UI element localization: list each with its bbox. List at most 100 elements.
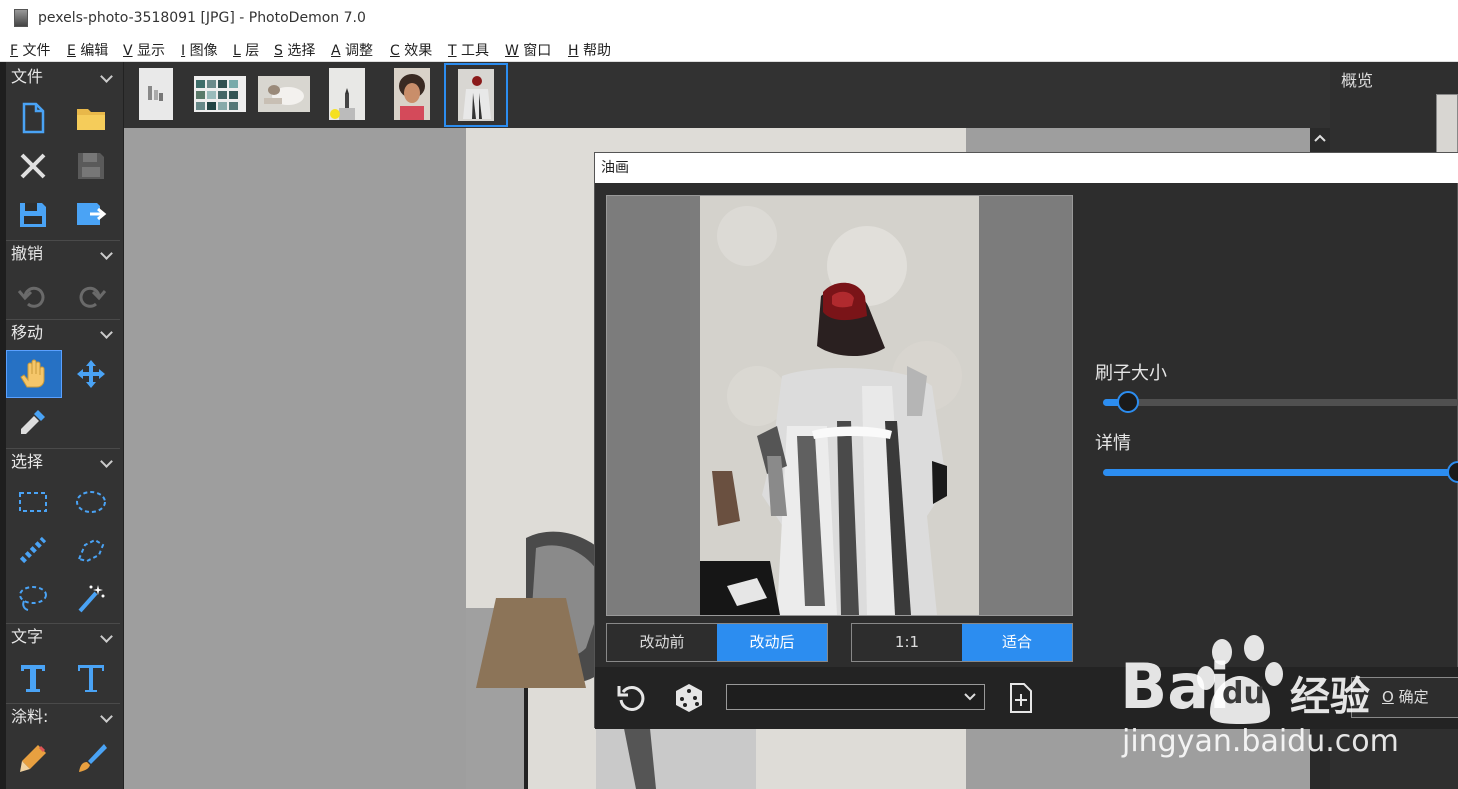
chevron-down-icon — [100, 320, 114, 346]
text-serif-icon — [78, 665, 104, 692]
brush-size-slider[interactable] — [1103, 391, 1458, 413]
move-tool-button[interactable] — [66, 352, 116, 396]
overview-thumbnail[interactable] — [1436, 94, 1458, 154]
pencil-icon — [20, 745, 46, 772]
chevron-down-icon — [100, 704, 114, 730]
menu-view[interactable]: V 显示 — [123, 40, 165, 60]
section-paint[interactable]: 涂料: — [6, 704, 120, 730]
open-file-button[interactable] — [66, 96, 116, 140]
typography-tool-button[interactable] — [66, 656, 116, 700]
section-text[interactable]: 文字 — [6, 624, 120, 650]
pencil-tool-button[interactable] — [8, 736, 58, 780]
brush-size-label: 刷子大小 — [1095, 363, 1167, 384]
chevron-down-icon — [100, 449, 114, 475]
hand-tool-button[interactable] — [6, 350, 62, 398]
export-icon — [77, 203, 107, 225]
chevron-down-icon — [100, 64, 114, 90]
left-edge — [0, 62, 6, 789]
overview-title: 概览 — [1341, 71, 1374, 90]
menu-tools[interactable]: T 工具 — [448, 40, 489, 60]
chevron-down-icon — [964, 693, 976, 701]
magic-wand-icon — [78, 585, 105, 613]
toolbox-panel: 文件 撤销 移动 选择 文字 涂料: — [0, 62, 124, 789]
save-as-button[interactable] — [8, 192, 58, 236]
preset-dropdown[interactable] — [726, 684, 985, 710]
section-file[interactable]: 文件 — [6, 64, 120, 90]
section-undo[interactable]: 撤销 — [6, 241, 120, 267]
save-as-icon — [20, 203, 46, 227]
section-select[interactable]: 选择 — [6, 449, 120, 475]
zoom-1to1-button[interactable]: 1:1 — [852, 624, 962, 661]
new-file-icon — [22, 102, 45, 134]
image-thumb-1[interactable] — [139, 68, 173, 120]
image-thumb-4[interactable] — [329, 68, 365, 120]
image-tabstrip — [124, 62, 1330, 128]
menu-window[interactable]: W 窗口 — [505, 40, 551, 60]
menu-edit[interactable]: E 编辑 — [67, 40, 108, 60]
move-arrows-icon — [77, 360, 105, 388]
detail-fill — [1103, 469, 1458, 476]
redo-icon — [79, 286, 107, 308]
menu-adjust[interactable]: A 调整 — [331, 40, 373, 60]
rect-select-button[interactable] — [8, 480, 58, 524]
folder-icon — [77, 109, 105, 130]
eyedropper-tool-button[interactable] — [8, 400, 58, 444]
undo-icon — [17, 286, 45, 308]
polygon-select-icon — [77, 538, 105, 563]
randomize-dice-icon[interactable] — [673, 682, 705, 714]
after-button[interactable]: 改动后 — [717, 624, 827, 661]
text-bold-icon — [21, 665, 45, 692]
image-thumb-5[interactable] — [394, 68, 430, 120]
brush-tool-button[interactable] — [66, 736, 116, 780]
title-bar: pexels-photo-3518091 [JPG] - PhotoDemon … — [0, 0, 1458, 36]
redo-button[interactable] — [66, 272, 116, 316]
scroll-up-icon[interactable] — [1310, 128, 1330, 148]
chevron-down-icon — [100, 241, 114, 267]
close-file-button[interactable] — [8, 144, 58, 188]
brush-icon — [79, 744, 107, 772]
line-select-icon — [19, 536, 47, 564]
reset-icon[interactable] — [615, 682, 647, 714]
menu-file[interactable]: F 文件 — [10, 40, 51, 60]
line-select-button[interactable] — [8, 528, 58, 572]
chevron-down-icon — [100, 624, 114, 650]
brush-size-knob[interactable] — [1117, 391, 1139, 413]
ellipse-select-icon — [76, 491, 106, 513]
oil-painting-preview-image — [607, 196, 1072, 615]
zoom-toggle: 1:1 适合 — [851, 623, 1073, 662]
rect-select-icon — [19, 492, 47, 512]
magic-wand-button[interactable] — [66, 576, 116, 620]
detail-knob[interactable] — [1447, 461, 1458, 483]
detail-slider[interactable] — [1103, 461, 1458, 483]
image-thumb-6-active[interactable] — [444, 63, 508, 127]
add-preset-icon[interactable] — [1007, 682, 1035, 714]
effect-preview[interactable] — [606, 195, 1073, 616]
hand-icon — [20, 359, 45, 388]
eyedropper-icon — [21, 410, 45, 434]
before-button[interactable]: 改动前 — [607, 624, 717, 661]
image-thumb-3[interactable] — [258, 76, 310, 112]
text-tool-button[interactable] — [8, 656, 58, 700]
polygon-select-button[interactable] — [66, 528, 116, 572]
section-move[interactable]: 移动 — [6, 320, 120, 346]
new-file-button[interactable] — [8, 96, 58, 140]
image-thumb-2[interactable] — [194, 76, 246, 112]
menu-help[interactable]: H 帮助 — [568, 40, 611, 60]
detail-label: 详情 — [1095, 433, 1131, 454]
app-icon — [14, 9, 28, 27]
undo-button[interactable] — [8, 272, 58, 316]
menu-effects[interactable]: C 效果 — [390, 40, 432, 60]
lasso-icon — [19, 586, 47, 611]
save-icon — [78, 153, 104, 179]
save-button[interactable] — [66, 144, 116, 188]
zoom-fit-button[interactable]: 适合 — [962, 624, 1072, 661]
photodemon-window: pexels-photo-3518091 [JPG] - PhotoDemon … — [0, 0, 1458, 789]
lasso-select-button[interactable] — [8, 576, 58, 620]
oil-painting-dialog: 油画 改动前 改动后 1:1 适合 刷子大小 详情 O 确定 — [594, 152, 1458, 729]
export-button[interactable] — [66, 192, 116, 236]
menu-select[interactable]: S 选择 — [274, 40, 315, 60]
ellipse-select-button[interactable] — [66, 480, 116, 524]
menu-layer[interactable]: L 层 — [233, 40, 259, 60]
dialog-title: 油画 — [595, 153, 1458, 183]
menu-image[interactable]: I 图像 — [181, 40, 218, 60]
